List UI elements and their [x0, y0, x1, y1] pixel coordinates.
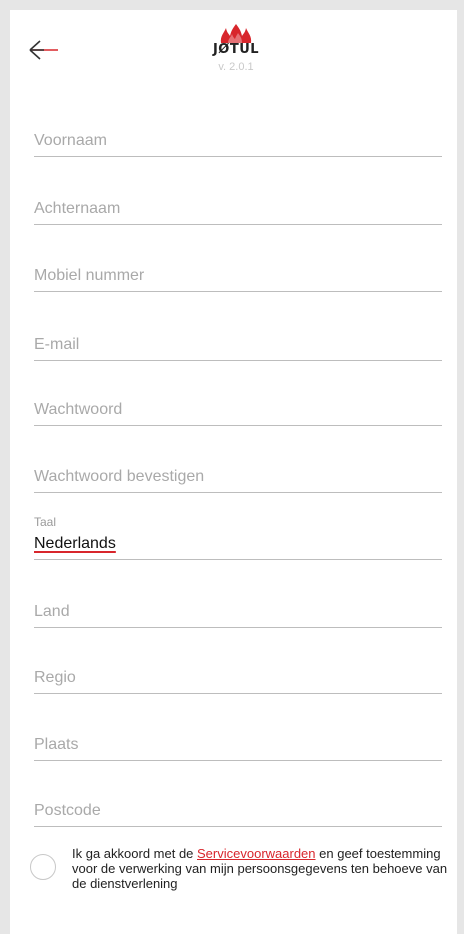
- postcode-placeholder: Postcode: [34, 802, 101, 819]
- language-label: Taal: [34, 515, 57, 529]
- registration-screen: JØTUL v. 2.0.1 Voornaam Achternaam Mobie…: [10, 10, 457, 934]
- last-name-field[interactable]: Achternaam: [34, 194, 442, 225]
- city-placeholder: Plaats: [34, 736, 79, 753]
- region-placeholder: Regio: [34, 669, 76, 686]
- password-placeholder: Wachtwoord: [34, 401, 123, 418]
- first-name-field[interactable]: Voornaam: [34, 126, 442, 157]
- city-field[interactable]: Plaats: [34, 730, 442, 761]
- last-name-placeholder: Achternaam: [34, 200, 121, 217]
- language-select[interactable]: Nederlands: [34, 529, 442, 560]
- postcode-field[interactable]: Postcode: [34, 796, 442, 827]
- brand-name: JØTUL: [212, 42, 260, 57]
- language-value: Nederlands: [34, 535, 116, 552]
- password-confirm-field[interactable]: Wachtwoord bevestigen: [34, 462, 442, 493]
- flame-logo-icon: [220, 24, 252, 43]
- back-button[interactable]: [28, 36, 64, 64]
- mobile-field[interactable]: Mobiel nummer: [34, 261, 442, 292]
- terms-link[interactable]: Servicevoorwaarden: [197, 846, 316, 861]
- brand-logo: JØTUL v. 2.0.1: [196, 24, 276, 73]
- mobile-placeholder: Mobiel nummer: [34, 267, 145, 284]
- first-name-placeholder: Voornaam: [34, 132, 107, 149]
- consent-checkbox[interactable]: [30, 854, 56, 880]
- password-confirm-placeholder: Wachtwoord bevestigen: [34, 468, 205, 485]
- country-field[interactable]: Land: [34, 597, 442, 628]
- region-field[interactable]: Regio: [34, 663, 442, 694]
- app-version: v. 2.0.1: [218, 61, 254, 73]
- consent-text: Ik ga akkoord met de Servicevoorwaarden …: [72, 846, 452, 891]
- arrow-left-icon: [29, 40, 58, 60]
- email-field[interactable]: E-mail: [34, 330, 442, 361]
- email-placeholder: E-mail: [34, 336, 80, 353]
- consent-text-before: Ik ga akkoord met de: [72, 846, 198, 861]
- password-field[interactable]: Wachtwoord: [34, 395, 442, 426]
- country-placeholder: Land: [34, 603, 70, 620]
